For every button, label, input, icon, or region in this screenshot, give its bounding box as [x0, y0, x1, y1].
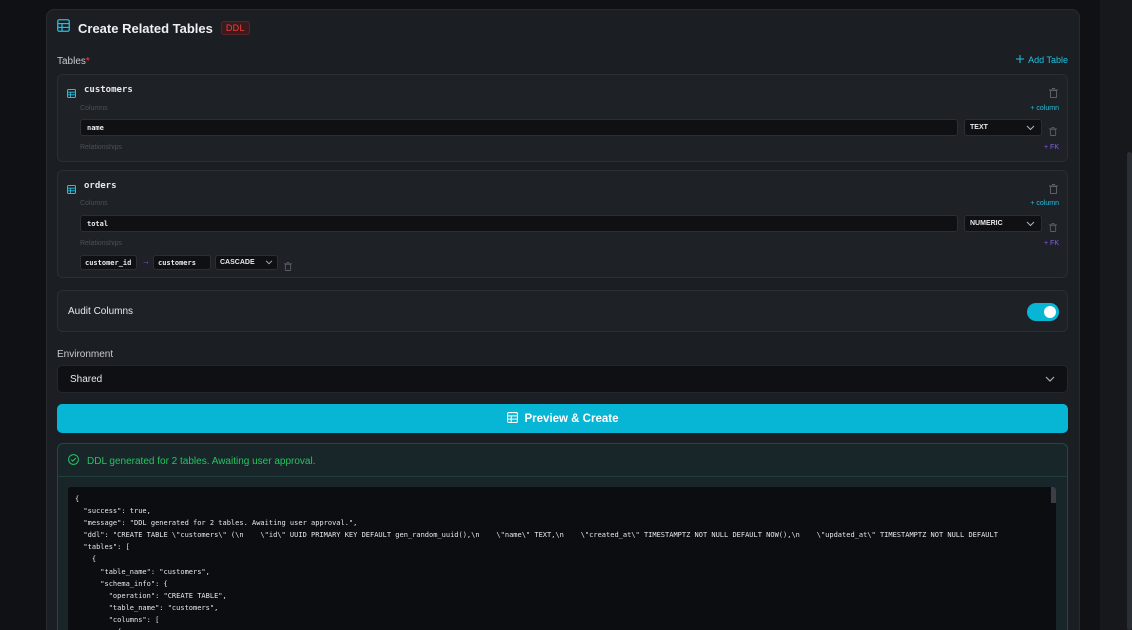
table-icon — [67, 85, 76, 103]
add-table-button[interactable]: Add Table — [1016, 55, 1068, 65]
fk-column-input[interactable]: customer_id — [80, 255, 137, 270]
add-fk-button[interactable]: + FK — [1044, 240, 1059, 247]
result-panel: DDL generated for 2 tables. Awaiting use… — [57, 443, 1068, 630]
json-output-text: { "success": true, "message": "DDL gener… — [75, 495, 998, 630]
json-output[interactable]: { "success": true, "message": "DDL gener… — [68, 487, 1056, 630]
required-mark: * — [85, 56, 90, 67]
panel-header: Create Related Tables DDL — [57, 18, 250, 38]
code-scrollbar[interactable] — [1051, 487, 1056, 503]
environment-label: Environment — [57, 349, 114, 360]
column-name-input[interactable]: name — [80, 119, 958, 136]
environment-select[interactable]: Shared — [57, 365, 1068, 393]
result-divider — [58, 476, 1067, 477]
columns-label: Columns — [80, 105, 108, 112]
environment-value: Shared — [70, 374, 103, 385]
delete-column-icon[interactable] — [1049, 123, 1057, 141]
column-type-value: NUMERIC — [970, 220, 1003, 227]
check-circle-icon — [68, 454, 79, 468]
plus-icon — [1016, 55, 1025, 65]
column-type-value: TEXT — [970, 124, 988, 131]
add-fk-button[interactable]: + FK — [1044, 144, 1059, 151]
table-icon — [67, 181, 76, 199]
column-name-input[interactable]: total — [80, 215, 958, 232]
table-icon — [57, 19, 70, 37]
table-name[interactable]: customers — [84, 85, 133, 95]
fk-arrow-icon: → — [142, 257, 150, 266]
audit-columns-row: Audit Columns — [57, 290, 1068, 332]
result-status-text: DDL generated for 2 tables. Awaiting use… — [87, 455, 316, 467]
preview-create-label: Preview & Create — [524, 412, 619, 425]
audit-columns-toggle[interactable] — [1027, 303, 1059, 321]
column-type-select[interactable]: TEXT — [964, 119, 1042, 136]
add-table-label: Add Table — [1028, 55, 1068, 65]
table-card-orders: orders Columns + column total NUMERIC Re… — [57, 170, 1068, 278]
tables-label-text: Tables — [57, 56, 86, 67]
tables-label: Tables* — [57, 56, 90, 67]
delete-table-icon[interactable] — [1049, 181, 1058, 199]
relationships-label: Relationships — [80, 144, 123, 151]
column-type-select[interactable]: NUMERIC — [964, 215, 1042, 232]
fk-on-delete-select[interactable]: CASCADE — [215, 255, 278, 270]
panel-title: Create Related Tables — [78, 20, 213, 36]
preview-create-button[interactable]: Preview & Create — [57, 404, 1068, 433]
ddl-badge: DDL — [220, 21, 250, 35]
page-scrollbar-thumb[interactable] — [1127, 152, 1132, 630]
delete-table-icon[interactable] — [1049, 85, 1058, 103]
delete-column-icon[interactable] — [1049, 219, 1057, 237]
audit-columns-label: Audit Columns — [68, 306, 134, 317]
columns-label: Columns — [80, 200, 108, 207]
table-name[interactable]: orders — [84, 181, 117, 191]
delete-relationship-icon[interactable] — [284, 258, 292, 276]
result-status: DDL generated for 2 tables. Awaiting use… — [68, 454, 315, 468]
relationships-label: Relationships — [80, 240, 123, 247]
add-column-button[interactable]: + column — [1030, 200, 1059, 207]
table-icon — [506, 411, 518, 426]
add-column-button[interactable]: + column — [1030, 105, 1059, 112]
fk-reference-input[interactable]: customers — [153, 255, 211, 270]
table-card-customers: customers Columns + column name TEXT Rel… — [57, 74, 1068, 162]
on-delete-value: CASCADE — [220, 259, 255, 266]
